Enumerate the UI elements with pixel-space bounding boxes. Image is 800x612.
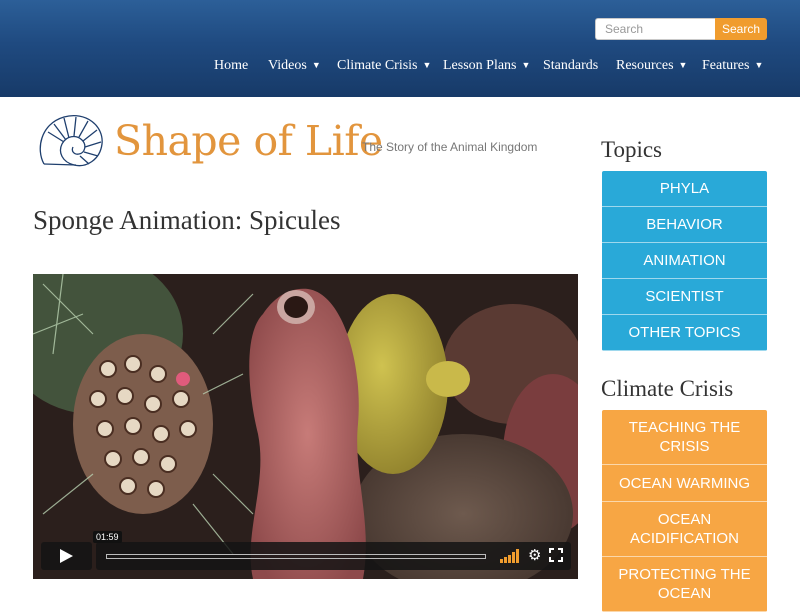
caret-down-icon: ▼ [754, 60, 764, 70]
topic-other-topics[interactable]: OTHER TOPICS [602, 315, 767, 351]
video-player[interactable]: ⚙ 01:59 [33, 274, 578, 579]
climate-crisis-list: TEACHING THE CRISIS OCEAN WARMING OCEAN … [602, 410, 767, 612]
search-input[interactable] [595, 18, 715, 40]
topic-phyla[interactable]: PHYLA [602, 171, 767, 207]
climate-teaching-the-crisis[interactable]: TEACHING THE CRISIS [602, 410, 767, 465]
nav-label: Climate Crisis [337, 58, 418, 73]
nav-standards[interactable]: Standards [543, 58, 598, 74]
nav-lesson-plans[interactable]: Lesson Plans ▼ [443, 58, 530, 74]
progress-track[interactable] [106, 554, 486, 559]
search-form: Search [595, 18, 767, 40]
caret-down-icon: ▼ [678, 60, 688, 70]
search-button[interactable]: Search [715, 18, 767, 40]
nav-label: Standards [543, 58, 599, 73]
climate-ocean-warming[interactable]: OCEAN WARMING [602, 465, 767, 502]
nav-label: Home [214, 58, 249, 73]
control-bar: ⚙ [96, 542, 571, 570]
video-controls: ⚙ 01:59 [41, 531, 571, 570]
site-logo[interactable]: Shape of Life The Story of the Animal Ki… [34, 112, 538, 172]
nav-resources[interactable]: Resources ▼ [616, 58, 687, 74]
time-tooltip: 01:59 [93, 531, 122, 543]
play-icon [60, 549, 73, 563]
site-header: Search Home Videos ▼ Climate Crisis ▼ Less… [0, 0, 800, 97]
climate-crisis-heading: Climate Crisis [601, 376, 734, 401]
topics-list: PHYLA BEHAVIOR ANIMATION SCIENTIST OTHER… [602, 171, 767, 351]
nav-label: Lesson Plans [443, 58, 517, 73]
nav-videos[interactable]: Videos ▼ [268, 58, 321, 74]
caret-down-icon: ▼ [422, 60, 432, 70]
logo-tagline: The Story of the Animal Kingdom [362, 140, 538, 154]
topic-behavior[interactable]: BEHAVIOR [602, 207, 767, 243]
climate-ocean-acidification[interactable]: OCEAN ACIDIFICATION [602, 502, 767, 557]
nav-label: Resources [616, 58, 674, 73]
climate-protecting-the-ocean[interactable]: PROTECTING THE OCEAN [602, 557, 767, 612]
caret-down-icon: ▼ [311, 60, 321, 70]
play-button[interactable] [41, 542, 92, 570]
nav-features[interactable]: Features ▼ [702, 58, 763, 74]
volume-icon[interactable] [500, 549, 520, 563]
nav-label: Videos [268, 58, 307, 73]
nautilus-shell-icon [39, 115, 103, 167]
nav-climate-crisis[interactable]: Climate Crisis ▼ [337, 58, 431, 74]
topic-scientist[interactable]: SCIENTIST [602, 279, 767, 315]
logo-title: Shape of Life [114, 117, 383, 165]
topics-heading: Topics [601, 137, 662, 162]
page-title: Sponge Animation: Spicules [33, 205, 341, 235]
caret-down-icon: ▼ [521, 60, 531, 70]
nav-label: Features [702, 58, 750, 73]
topic-animation[interactable]: ANIMATION [602, 243, 767, 279]
fullscreen-icon[interactable] [549, 548, 563, 562]
gear-icon[interactable]: ⚙ [528, 547, 541, 565]
nav-home[interactable]: Home [214, 58, 248, 74]
